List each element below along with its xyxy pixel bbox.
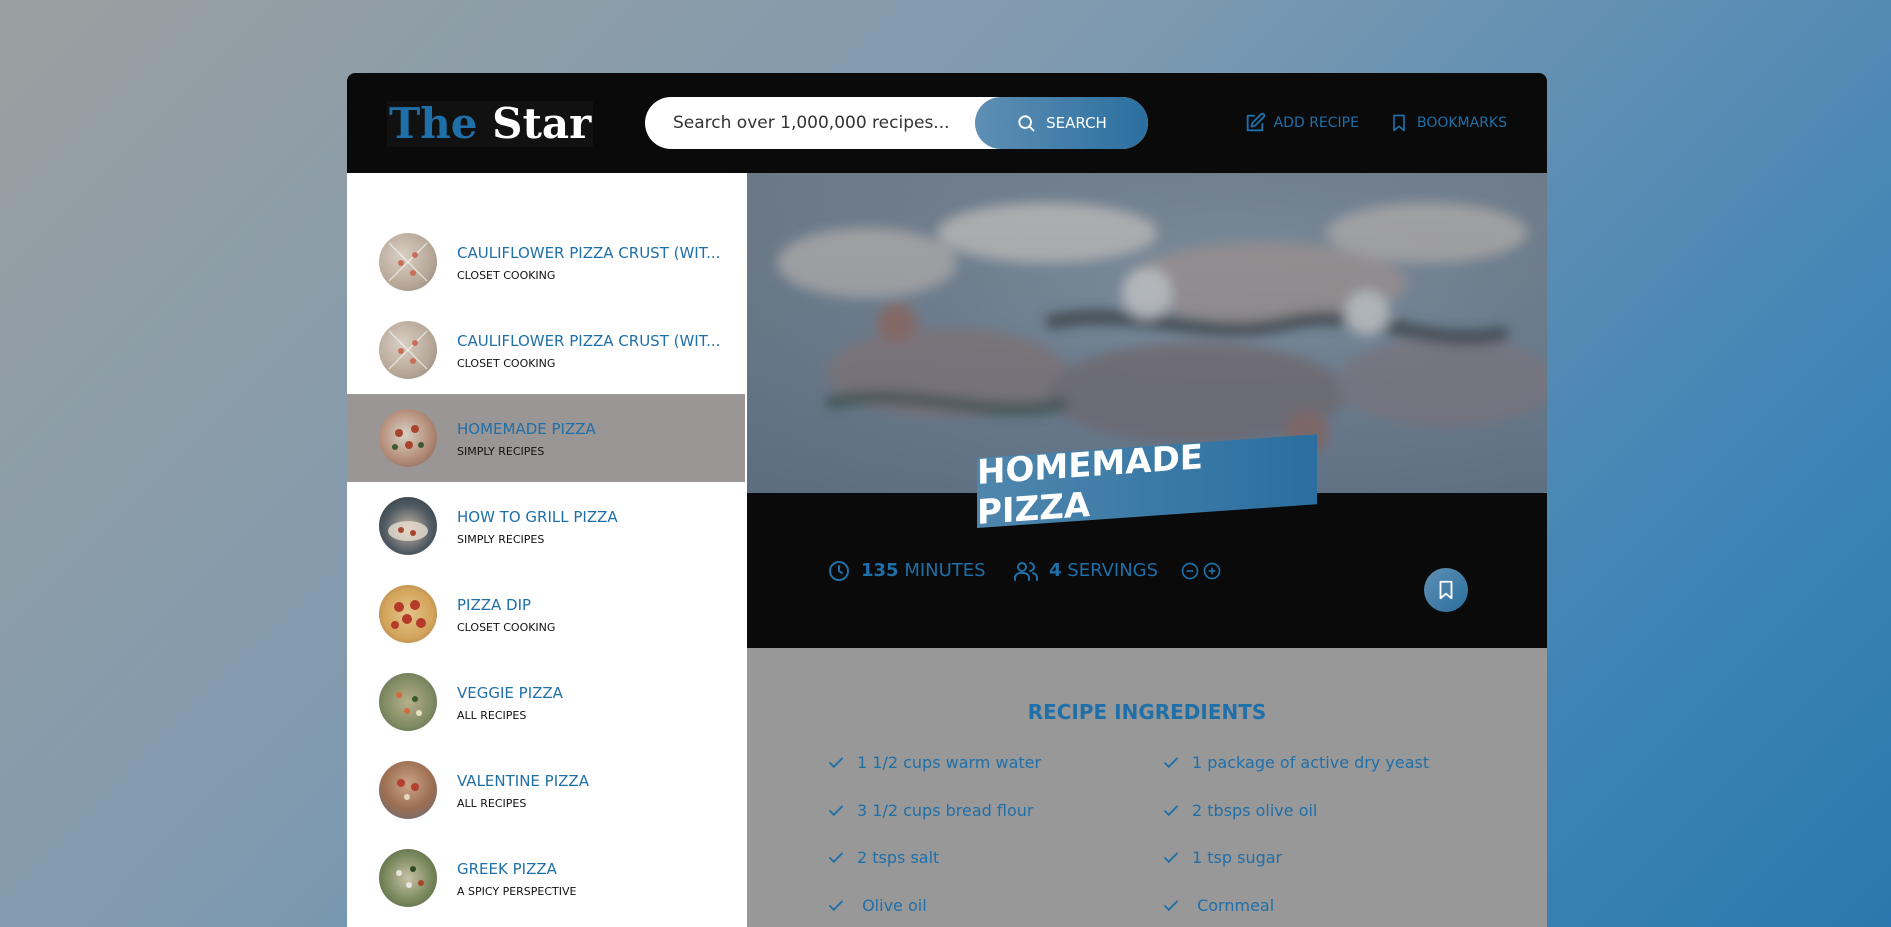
bookmark-icon [1435, 578, 1457, 602]
ingredient-text: 1 1/2 cups warm water [857, 753, 1042, 772]
recipe-duration: 135 MINUTES [827, 493, 986, 648]
logo[interactable]: The Star [387, 99, 594, 148]
result-title: CAULIFLOWER PIZZA CRUST (WIT... [457, 244, 721, 262]
recipe-thumbnail [379, 409, 437, 467]
ingredients-title: RECIPE INGREDIENTS [1027, 700, 1267, 724]
ingredient-item: 2 tsps salt [827, 848, 939, 867]
ingredient-item: Olive oil [827, 896, 927, 915]
check-icon [827, 897, 845, 915]
result-publisher: ALL RECIPES [457, 709, 527, 722]
search-icon [1016, 113, 1036, 133]
app-container: The Star SEARCH ADD RECIPE [347, 73, 1547, 927]
ingredient-text: 2 tsps salt [857, 848, 940, 867]
ingredient-item: 3 1/2 cups bread flour [827, 801, 1033, 820]
result-publisher: CLOSET COOKING [457, 357, 556, 370]
recipe-thumbnail [379, 497, 437, 555]
ingredient-text: 3 1/2 cups bread flour [857, 801, 1034, 820]
recipe-thumbnail [379, 321, 437, 379]
nav: ADD RECIPE BOOKMARKS [1244, 73, 1507, 173]
search-form: SEARCH [645, 97, 1148, 149]
check-icon [827, 849, 845, 867]
logo-the: The [389, 99, 478, 148]
result-title: HOMEMADE PIZZA [457, 420, 596, 438]
bookmark-icon [1389, 112, 1409, 134]
servings-label: SERVINGS [1067, 560, 1159, 581]
result-publisher: CLOSET COOKING [457, 621, 556, 634]
result-title: VALENTINE PIZZA [457, 772, 589, 790]
result-publisher: ALL RECIPES [457, 797, 527, 810]
search-button-label: SEARCH [1046, 114, 1107, 132]
edit-icon [1244, 112, 1266, 134]
result-publisher: A SPICY PERSPECTIVE [457, 885, 577, 898]
bookmarks-label: BOOKMARKS [1416, 115, 1507, 131]
header: The Star SEARCH ADD RECIPE [347, 73, 1547, 173]
add-recipe-label: ADD RECIPE [1273, 115, 1359, 131]
recipe-servings: 4 SERVINGS [1013, 493, 1222, 648]
ingredient-item: 1 package of active dry yeast [1162, 753, 1429, 772]
minutes-value: 135 [861, 560, 899, 581]
users-icon [1013, 559, 1039, 583]
ingredient-item: 1 tsp sugar [1162, 848, 1282, 867]
ingredient-item: Cornmeal [1162, 896, 1274, 915]
minutes-label: MINUTES [904, 560, 986, 581]
ingredient-text: 2 tbsps olive oil [1192, 801, 1318, 820]
result-item[interactable]: CAULIFLOWER PIZZA CRUST (WIT... CLOSET C… [347, 306, 745, 394]
result-item[interactable]: VALENTINE PIZZA ALL RECIPES [347, 746, 745, 834]
ingredient-text: Cornmeal [1192, 896, 1275, 915]
result-title: CAULIFLOWER PIZZA CRUST (WIT... [457, 332, 721, 350]
search-button[interactable]: SEARCH [975, 97, 1148, 149]
result-item[interactable]: HOW TO GRILL PIZZA SIMPLY RECIPES [347, 482, 745, 570]
result-item[interactable]: VEGGIE PIZZA ALL RECIPES [347, 658, 745, 746]
result-title: GREEK PIZZA [457, 860, 557, 878]
result-title: PIZZA DIP [457, 596, 532, 614]
recipe-thumbnail [379, 673, 437, 731]
result-item[interactable]: CAULIFLOWER PIZZA CRUST (WIT... CLOSET C… [347, 218, 745, 306]
recipe-thumbnail [379, 233, 437, 291]
result-publisher: SIMPLY RECIPES [457, 533, 545, 546]
result-item[interactable]: GREEK PIZZA A SPICY PERSPECTIVE [347, 834, 745, 922]
ingredient-text: 1 tsp sugar [1192, 848, 1283, 867]
result-title: VEGGIE PIZZA [457, 684, 563, 702]
check-icon [1162, 754, 1180, 772]
ingredient-item: 1 1/2 cups warm water [827, 753, 1041, 772]
recipe-thumbnail [379, 585, 437, 643]
check-icon [1162, 802, 1180, 820]
result-item-active[interactable]: HOMEMADE PIZZA SIMPLY RECIPES [347, 394, 745, 482]
increase-servings-button[interactable] [1202, 561, 1222, 581]
ingredient-text: 1 package of active dry yeast [1192, 753, 1430, 772]
clock-icon [827, 559, 851, 583]
result-item[interactable]: PIZZA DIP CLOSET COOKING [347, 570, 745, 658]
check-icon [827, 754, 845, 772]
search-input[interactable] [673, 97, 963, 149]
result-publisher: SIMPLY RECIPES [457, 445, 545, 458]
result-title: HOW TO GRILL PIZZA [457, 508, 618, 526]
check-icon [827, 802, 845, 820]
check-icon [1162, 897, 1180, 915]
servings-value: 4 [1049, 560, 1062, 581]
ingredient-text: Olive oil [857, 896, 927, 915]
add-recipe-button[interactable]: ADD RECIPE [1244, 112, 1359, 134]
recipe-thumbnail [379, 761, 437, 819]
result-publisher: CLOSET COOKING [457, 269, 556, 282]
recipe-thumbnail [379, 849, 437, 907]
decrease-servings-button[interactable] [1180, 561, 1200, 581]
bookmarks-button[interactable]: BOOKMARKS [1389, 112, 1507, 134]
ingredient-item: 2 tbsps olive oil [1162, 801, 1317, 820]
recipe-view: HOMEMADE PIZZA 135 MINUTES 4 SERVINGS RE… [747, 173, 1547, 927]
search-results: CAULIFLOWER PIZZA CRUST (WIT... CLOSET C… [347, 173, 747, 927]
bookmark-recipe-button[interactable] [1424, 568, 1468, 612]
logo-star: Star [492, 99, 592, 148]
check-icon [1162, 849, 1180, 867]
